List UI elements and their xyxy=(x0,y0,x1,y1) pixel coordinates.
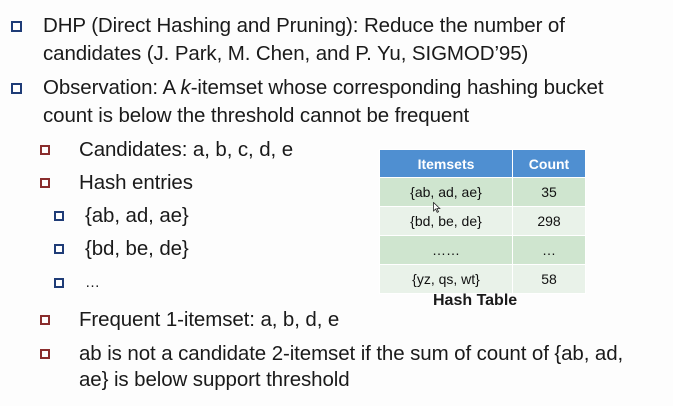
table-row: {ab, ad, ae} 35 xyxy=(379,177,586,207)
table-row: {yz, qs, wt} 58 xyxy=(379,264,586,294)
bullet-square-icon xyxy=(11,83,22,94)
observation-prefix: Observation: A xyxy=(43,76,181,99)
bullet-square-icon xyxy=(40,178,50,188)
observation-suffix: -itemset whose corresponding hashing buc… xyxy=(190,76,604,99)
mouse-pointer-icon xyxy=(433,202,441,213)
bullet-square-icon xyxy=(40,349,50,359)
count-cell: 298 xyxy=(512,206,586,236)
header-itemsets: Itemsets xyxy=(379,149,513,178)
ab-line-2: ae} is below support threshold xyxy=(79,368,350,391)
bullet-square-icon xyxy=(54,211,64,221)
bullet-square-icon xyxy=(54,278,64,288)
observation-k: k xyxy=(180,76,191,99)
hash-entries-line: Hash entries xyxy=(79,171,193,194)
bullet-square-icon xyxy=(40,315,50,325)
entry-more: … xyxy=(85,274,100,291)
bullet-square-icon xyxy=(11,21,22,32)
dhp-line-1: DHP (Direct Hashing and Pruning): Reduce… xyxy=(43,14,565,37)
candidates-line: Candidates: a, b, c, d, e xyxy=(79,138,294,161)
slide: DHP (Direct Hashing and Pruning): Reduce… xyxy=(0,0,673,406)
count-cell: … xyxy=(512,235,586,265)
itemset-cell: …… xyxy=(379,235,513,265)
bullet-square-icon xyxy=(40,145,50,155)
hash-table-header-row: Itemsets Count xyxy=(379,149,586,178)
table-row: {bd, be, de} 298 xyxy=(379,206,586,236)
hash-table-caption: Hash Table xyxy=(433,292,518,309)
header-count: Count xyxy=(512,149,586,178)
itemset-cell: {ab, ad, ae} xyxy=(379,177,513,207)
observation-line-1: Observation: A k-itemset whose correspon… xyxy=(43,74,604,102)
hash-table: Itemsets Count {ab, ad, ae} 35 {bd, be, … xyxy=(379,149,586,294)
bullet-square-icon xyxy=(54,244,64,254)
count-cell: 35 xyxy=(512,177,586,207)
itemset-cell: {bd, be, de} xyxy=(379,206,513,236)
table-row: …… … xyxy=(379,235,586,265)
dhp-line-2: candidates (J. Park, M. Chen, and P. Yu,… xyxy=(43,42,529,65)
entry-1: {ab, ad, ae} xyxy=(85,204,189,227)
frequent-line: Frequent 1-itemset: a, b, d, e xyxy=(79,308,340,331)
observation-line-2: count is below the threshold cannot be f… xyxy=(43,104,470,127)
ab-line-1: ab is not a candidate 2-itemset if the s… xyxy=(79,342,624,365)
count-cell: 58 xyxy=(512,264,586,294)
itemset-cell: {yz, qs, wt} xyxy=(379,264,513,294)
entry-2: {bd, be, de} xyxy=(85,237,189,260)
